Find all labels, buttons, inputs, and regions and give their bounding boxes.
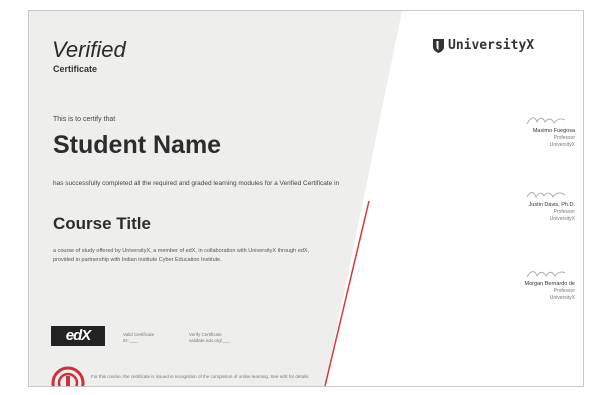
course-description: a course of study offered by UniversityX… (53, 248, 310, 263)
seal-icon (51, 366, 85, 386)
signatory-org: UniversityX (549, 141, 575, 148)
certificate-verify: Verify Certificate validate.edx.org/___ (189, 332, 269, 344)
verify-value: validate.edx.org/___ (189, 338, 230, 343)
edx-logo: edX (51, 326, 105, 346)
signature-image (526, 192, 566, 199)
signatory-name: Maximo Fuegosa (532, 128, 575, 134)
university-name: UniversityX (448, 38, 535, 53)
signatory-name: Morgan Bernardo de (524, 281, 575, 287)
verified-title: Verified (52, 37, 126, 62)
certificate: Verified Certificate This is to certify … (28, 10, 584, 387)
signatory-org: UniversityX (549, 215, 575, 222)
signature-image (526, 271, 566, 278)
signatory-org: UniversityX (549, 294, 575, 301)
signatory-name: Justin Davis, Ph.D. (528, 202, 575, 208)
verified-subtitle: Certificate (53, 64, 98, 74)
university-brand: UniversityX (433, 38, 534, 53)
signatory: Maximo Fuegosa Professor UniversityX (445, 114, 575, 148)
intro-text: This is to certify that (53, 116, 116, 123)
student-name: Student Name (53, 131, 222, 159)
signatory: Justin Davis, Ph.D. Professor University… (445, 188, 575, 222)
footnote: For this course, the certificate is issu… (91, 374, 310, 379)
completion-text: has successfully completed all the requi… (53, 180, 340, 187)
signature-image (526, 117, 566, 125)
signatory: Morgan Bernardo de Professor UniversityX (445, 267, 575, 301)
shield-icon (433, 38, 444, 53)
course-title: Course Title (53, 214, 151, 233)
